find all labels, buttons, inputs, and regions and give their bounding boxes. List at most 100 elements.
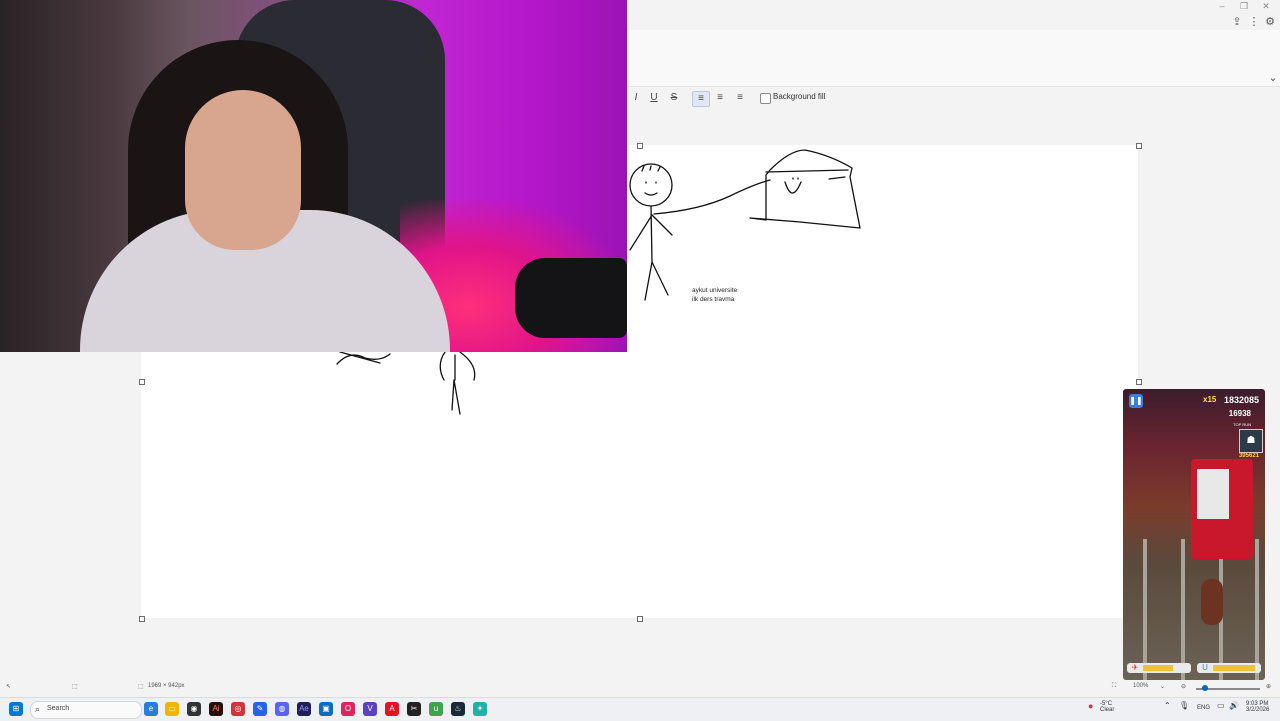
zoom-slider-thumb[interactable]: [1202, 685, 1208, 691]
microphone-icon[interactable]: 🎙: [1179, 701, 1189, 710]
text-format-toolbar: I U S ≡ ≡ ≡ Background fill: [628, 88, 828, 108]
discord-icon[interactable]: ◍: [275, 702, 289, 716]
coin-count: 16938: [1228, 409, 1251, 418]
resize-handle[interactable]: [637, 143, 643, 149]
clock[interactable]: 9:03 PM 3/2/2026: [1246, 701, 1269, 713]
upwork-icon[interactable]: u: [429, 702, 443, 716]
house-face: [784, 176, 846, 194]
resize-handle[interactable]: [1136, 379, 1142, 385]
more-icon[interactable]: ⋮: [1247, 16, 1261, 28]
after-effects-icon[interactable]: Ae: [297, 702, 311, 716]
zoom-out-icon[interactable]: ⊖: [1181, 683, 1186, 690]
house-roofline: [765, 169, 849, 173]
weather-icon[interactable]: ●: [1088, 701, 1093, 711]
magnet-icon: U: [1202, 663, 1208, 672]
speaker-icon[interactable]: 🔊: [1229, 701, 1239, 710]
share-icon[interactable]: ⇪: [1230, 16, 1244, 28]
search-placeholder: Search: [47, 705, 70, 712]
game-overlay: ❚❚ x15 1832085 16938 TOP RUN ☗ 395621 ✈ …: [1123, 389, 1265, 680]
resize-handle[interactable]: [1136, 143, 1142, 149]
underline-button[interactable]: U: [646, 91, 662, 105]
zoom-dropdown-icon[interactable]: ⌄: [1160, 683, 1165, 690]
taskbar: ⊞ ⌕ Search e ▭ ◉ Ai ◎ ✎ ◍ Ae ▣ O V A ✂ u…: [0, 697, 1280, 721]
restore-icon[interactable]: ❐: [1232, 0, 1256, 12]
game-app-icon[interactable]: ✦: [473, 702, 487, 716]
monitor-icon[interactable]: ▭: [1217, 701, 1225, 710]
align-center-icon: ≡: [717, 92, 723, 103]
canvas-text-line: aykut universite: [692, 287, 738, 294]
top-run-label: TOP RUN: [1233, 422, 1251, 427]
canvas-dimensions: 1969 × 942px: [148, 683, 185, 689]
stick-figure-head: [629, 163, 673, 207]
game-score: 1832085: [1223, 395, 1259, 405]
windows-start-icon[interactable]: ⊞: [9, 702, 23, 716]
status-bar: ↖ ⬚ ⬚ 1969 × 942px ⛶ 100% ⌄ ⊖ ⊕: [0, 680, 1280, 697]
fit-to-window-icon[interactable]: ⛶: [1112, 683, 1116, 690]
magnet-powerup-bar: U: [1197, 663, 1261, 673]
obs-icon[interactable]: ◉: [187, 702, 201, 716]
partial-figure-left: [336, 351, 391, 365]
resize-handle[interactable]: [139, 379, 145, 385]
canvas-text-line: ilk ders travma: [692, 296, 735, 303]
high-score: 395621: [1238, 453, 1259, 459]
cursor-icon: ↖: [6, 684, 12, 690]
train-window: [1197, 469, 1229, 519]
adobe-icon[interactable]: A: [385, 702, 399, 716]
taskbar-search[interactable]: ⌕ Search: [30, 701, 142, 719]
steam-icon[interactable]: ♨: [451, 702, 465, 716]
score-multiplier: x15: [1203, 395, 1217, 404]
chevron-down-icon[interactable]: ⌄: [1266, 72, 1280, 84]
app-icon[interactable]: ▣: [319, 702, 333, 716]
powerup-fill: [1143, 665, 1173, 671]
streamer-face: [185, 90, 301, 250]
resize-handle[interactable]: [637, 616, 643, 622]
sneakers-icon: ✈: [1131, 663, 1139, 672]
edge-browser-icon[interactable]: e: [144, 702, 158, 716]
zoom-level[interactable]: 100%: [1133, 683, 1148, 689]
chrome-icon[interactable]: ◎: [231, 702, 245, 716]
partial-figure-right: [439, 351, 476, 415]
selection-icon: ⬚: [72, 684, 78, 690]
pause-button[interactable]: ❚❚: [1129, 394, 1143, 408]
sneakers-powerup-bar: ✈: [1127, 663, 1191, 673]
canvas-size-icon: ⬚: [138, 684, 144, 690]
track-rail: [1255, 539, 1259, 680]
runner-character: [1201, 579, 1223, 625]
settings-icon[interactable]: ⚙: [1263, 16, 1277, 28]
opera-icon[interactable]: O: [341, 702, 355, 716]
webcam-overlay: [0, 0, 627, 352]
house-drawing: [749, 149, 861, 229]
illustrator-icon[interactable]: Ai: [209, 702, 223, 716]
background-fill-checkbox[interactable]: [760, 93, 771, 104]
stick-figure-body: [629, 205, 673, 301]
align-right-button[interactable]: ≡: [732, 91, 748, 105]
weather-widget[interactable]: -5°C Clear: [1100, 701, 1114, 713]
strikethrough-button[interactable]: S: [666, 91, 682, 105]
file-explorer-icon[interactable]: ▭: [165, 702, 179, 716]
align-left-icon: ≡: [698, 93, 704, 104]
align-center-button[interactable]: ≡: [712, 91, 728, 105]
weather-condition: Clear: [1100, 707, 1115, 713]
capcut-icon[interactable]: ✂: [407, 702, 421, 716]
powerup-fill: [1213, 665, 1255, 671]
resize-handle[interactable]: [139, 616, 145, 622]
align-left-button[interactable]: ≡: [692, 91, 710, 107]
microphone: [515, 258, 627, 338]
canvas-text-note[interactable]: aykut universite ilk ders travma: [692, 286, 737, 304]
tray-chevron-icon[interactable]: ⌃: [1164, 701, 1171, 710]
zoom-in-icon[interactable]: ⊕: [1266, 683, 1271, 690]
close-icon[interactable]: ✕: [1254, 0, 1278, 12]
clock-date: 3/2/2026: [1246, 707, 1270, 713]
italic-button[interactable]: I: [628, 91, 644, 105]
align-right-icon: ≡: [737, 92, 743, 103]
track-rail: [1143, 539, 1147, 680]
stick-figure-hair: [641, 165, 661, 172]
minimize-icon[interactable]: –: [1210, 0, 1234, 12]
powerup-icon: ☗: [1239, 429, 1263, 453]
vpn-icon[interactable]: V: [363, 702, 377, 716]
search-icon: ⌕: [35, 704, 41, 714]
background-fill-label: Background fill: [773, 92, 826, 101]
paint-icon[interactable]: ✎: [253, 702, 267, 716]
language-indicator[interactable]: ENG: [1197, 705, 1210, 711]
track-rail: [1181, 539, 1185, 680]
